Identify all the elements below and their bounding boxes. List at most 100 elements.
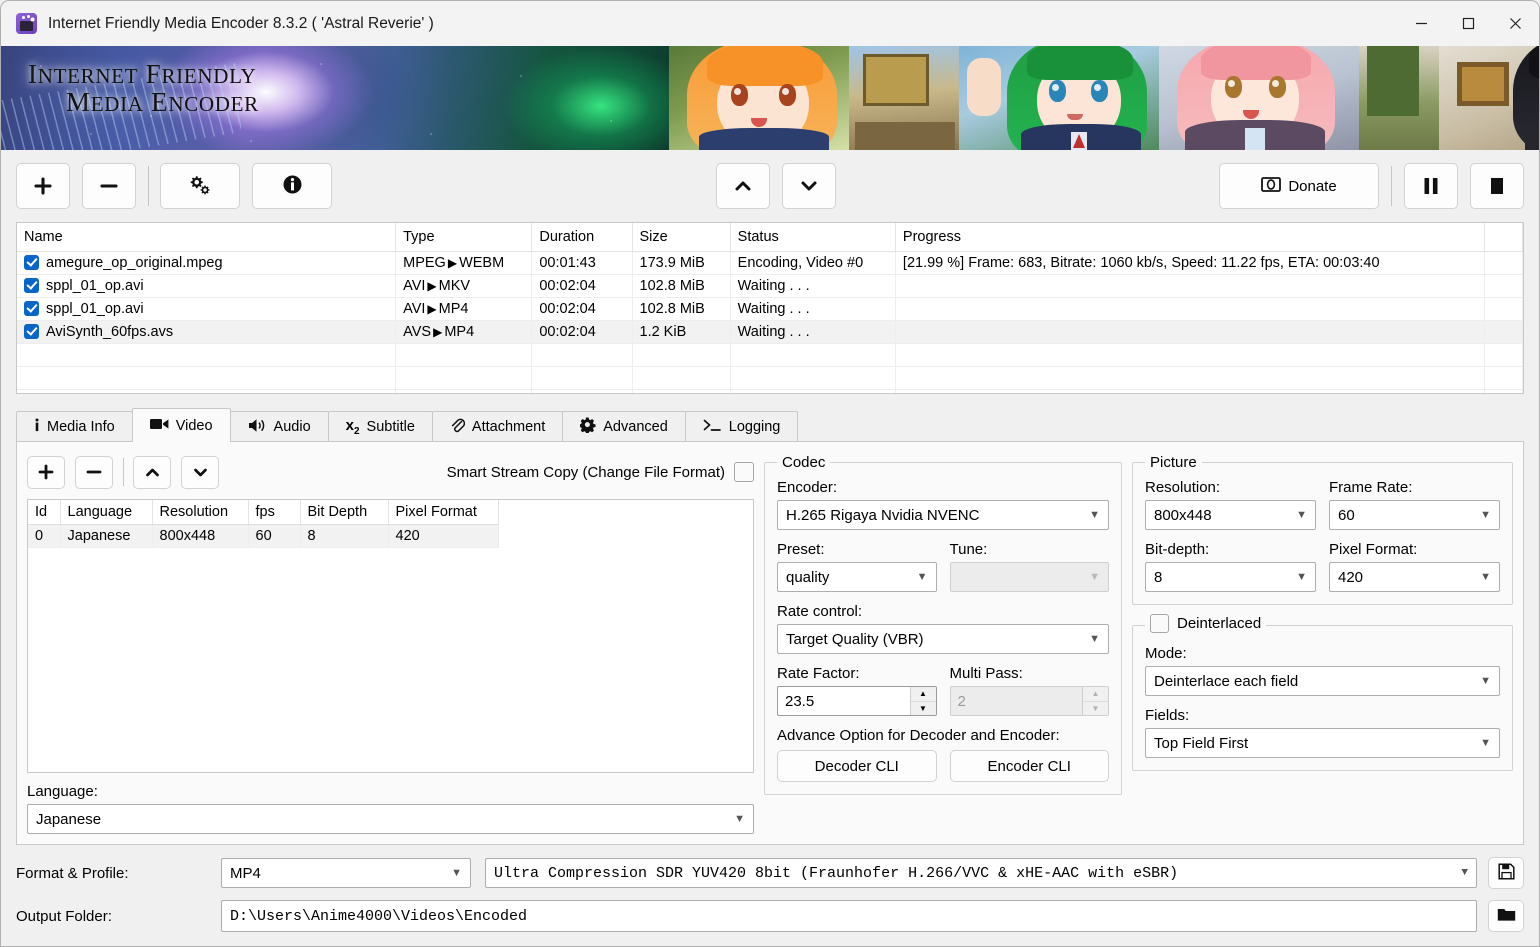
tab-logging[interactable]: Logging — [684, 411, 799, 442]
chevron-down-icon: ▼ — [1089, 509, 1100, 521]
rate-factor-increment[interactable]: ▲ — [910, 687, 936, 702]
add-stream-button[interactable] — [27, 455, 65, 489]
format-select[interactable]: MP4 ▼ — [221, 858, 471, 888]
deinterlace-group: Deinterlaced Mode: Deinterlace each fiel… — [1132, 614, 1513, 771]
rate-control-select[interactable]: Target Quality (VBR) ▼ — [777, 624, 1109, 654]
encoder-cli-button[interactable]: Encoder CLI — [949, 750, 1109, 782]
stream-bit-depth-cell: 8 — [300, 524, 389, 548]
maximize-button[interactable] — [1445, 1, 1492, 46]
deinterlace-fields-select[interactable]: Top Field First ▼ — [1145, 728, 1500, 758]
stream-move-up-button[interactable] — [133, 455, 171, 489]
tab-attachment[interactable]: Attachment — [431, 411, 564, 442]
resolution-select[interactable]: 800x448 ▼ — [1145, 500, 1316, 530]
decoder-cli-button[interactable]: Decoder CLI — [777, 750, 937, 782]
file-name-text: sppl_01_op.avi — [46, 300, 144, 317]
frame-rate-value: 60 — [1338, 506, 1355, 524]
output-folder-input[interactable]: D:\Users\Anime4000\Videos\Encoded — [221, 900, 1477, 932]
chevron-down-icon: ▼ — [1480, 509, 1491, 521]
output-settings-bar: Format & Profile: MP4 ▼ Ultra Compressio… — [1, 845, 1539, 946]
tab-video[interactable]: Video — [131, 408, 231, 443]
file-checkbox[interactable] — [24, 254, 39, 270]
pause-button[interactable] — [1404, 163, 1458, 209]
stream-col-language[interactable]: Language — [60, 500, 153, 525]
minimize-button[interactable] — [1398, 1, 1445, 46]
table-row[interactable]: AviSynth_60fps.avs AVS ▶ MP4 00:02:04 1.2 … — [17, 320, 1523, 344]
table-row[interactable]: amegure_op_original.mpeg MPEG ▶ WEBM 00:01… — [17, 251, 1523, 275]
format-profile-label: Format & Profile: — [16, 864, 129, 882]
table-row[interactable]: sppl_01_op.avi AVI ▶ MKV 00:02:04 102.8 Mi… — [17, 274, 1523, 298]
table-row-empty — [17, 389, 1523, 393]
tab-media-info[interactable]: Media Info — [16, 411, 133, 442]
tab-audio[interactable]: Audio — [229, 411, 329, 442]
output-folder-value: D:\Users\Anime4000\Videos\Encoded — [230, 907, 528, 925]
bitdepth-pixelformat-row: Bit-depth: 8 ▼ Pixel Format: 420 ▼ — [1145, 541, 1500, 592]
column-header-type[interactable]: Type — [395, 223, 533, 252]
file-checkbox[interactable] — [24, 323, 39, 339]
toolbar-separator-1 — [148, 166, 149, 206]
cli-buttons-row: Decoder CLI Encoder CLI — [777, 750, 1109, 782]
info-button[interactable] — [252, 163, 332, 209]
file-queue-list[interactable]: Name Type Duration Size Status Progress … — [16, 222, 1524, 394]
stream-col-pixel-format[interactable]: Pixel Format — [388, 500, 499, 525]
move-down-button[interactable] — [781, 163, 836, 209]
column-header-status[interactable]: Status — [730, 223, 896, 252]
smart-stream-copy-checkbox[interactable] — [734, 462, 754, 482]
file-size-cell: 102.8 MiB — [632, 274, 731, 298]
picture-group-label: Picture — [1150, 454, 1197, 471]
close-button[interactable] — [1492, 1, 1539, 46]
stop-button[interactable] — [1470, 163, 1524, 209]
stream-col-id[interactable]: Id — [28, 500, 61, 525]
encoder-select[interactable]: H.265 Rigaya Nvidia NVENC ▼ — [777, 500, 1109, 530]
file-name-cell: AviSynth_60fps.avs — [17, 320, 397, 344]
chevron-down-icon: ▼ — [1461, 867, 1468, 879]
bit-depth-select[interactable]: 8 ▼ — [1145, 562, 1316, 592]
tab-label: Advanced — [603, 419, 668, 435]
advance-option-section: Advance Option for Decoder and Encoder: … — [777, 727, 1109, 782]
donate-button[interactable]: Donate — [1219, 163, 1379, 209]
smart-stream-copy-label: Smart Stream Copy (Change File Format) — [446, 463, 725, 481]
deinterlace-mode-select[interactable]: Deinterlace each field ▼ — [1145, 666, 1500, 696]
column-header-duration[interactable]: Duration — [531, 223, 633, 252]
preset-select[interactable]: quality ▼ — [777, 562, 937, 592]
preset-label: Preset: — [777, 541, 825, 558]
tab-subtitle[interactable]: x2 Subtitle — [327, 411, 433, 442]
deinterlace-label-text: Deinterlaced — [1177, 615, 1262, 632]
remove-stream-button[interactable] — [75, 455, 113, 489]
rate-factor-stepper[interactable]: 23.5 ▲ ▼ — [777, 686, 937, 716]
language-select[interactable]: Japanese ▼ — [27, 804, 754, 834]
subscript-x2-icon: x2 — [345, 417, 360, 437]
deinterlace-mode-value: Deinterlace each field — [1154, 672, 1299, 690]
pixel-format-select[interactable]: 420 ▼ — [1329, 562, 1500, 592]
column-header-progress[interactable]: Progress — [895, 223, 1485, 252]
chevron-down-icon: ▼ — [1089, 571, 1100, 583]
stream-move-down-button[interactable] — [181, 455, 219, 489]
stream-col-bit-depth[interactable]: Bit Depth — [300, 500, 389, 525]
move-up-button[interactable] — [715, 163, 770, 209]
table-row[interactable]: sppl_01_op.avi AVI ▶ MP4 00:02:04 102.8 Mi… — [17, 297, 1523, 321]
save-profile-button[interactable] — [1488, 857, 1524, 889]
banner-character-green — [959, 46, 1159, 150]
info-icon — [282, 174, 303, 199]
settings-button[interactable] — [160, 163, 240, 209]
add-file-button[interactable] — [16, 163, 70, 209]
table-row[interactable]: 0 Japanese 800x448 60 8 420 — [28, 524, 499, 548]
rate-factor-value[interactable]: 23.5 — [778, 687, 910, 715]
chevron-down-icon: ▼ — [1480, 737, 1491, 749]
browse-folder-button[interactable] — [1488, 900, 1524, 932]
frame-rate-select[interactable]: 60 ▼ — [1329, 500, 1500, 530]
deinterlace-checkbox[interactable] — [1150, 614, 1169, 633]
profile-select[interactable]: Ultra Compression SDR YUV420 8bit (Fraun… — [485, 858, 1477, 888]
file-checkbox[interactable] — [24, 277, 39, 293]
column-header-name[interactable]: Name — [17, 223, 397, 252]
rate-factor-decrement[interactable]: ▼ — [911, 702, 936, 716]
file-checkbox[interactable] — [24, 300, 39, 316]
column-header-size[interactable]: Size — [632, 223, 731, 252]
terminal-prompt-icon — [703, 418, 722, 436]
tab-advanced[interactable]: Advanced — [562, 411, 686, 442]
tab-label: Subtitle — [366, 419, 415, 435]
video-stream-table-container[interactable]: Id Language Resolution fps Bit Depth Pix… — [27, 499, 754, 773]
stream-col-fps[interactable]: fps — [248, 500, 301, 525]
stream-col-resolution[interactable]: Resolution — [152, 500, 249, 525]
remove-file-button[interactable] — [82, 163, 136, 209]
output-folder-label: Output Folder: — [16, 907, 112, 925]
